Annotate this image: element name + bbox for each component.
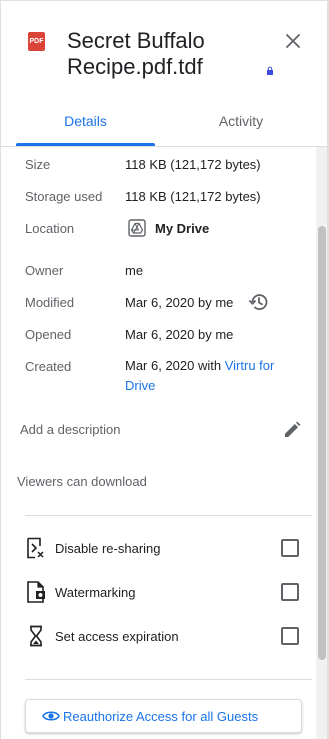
- google-drive-icon: [128, 219, 146, 237]
- disable-resharing-icon: [27, 537, 44, 559]
- virtru-link-line-1[interactable]: Virtru for: [225, 358, 275, 373]
- owner-label: Owner: [25, 263, 64, 278]
- owner-value: me: [125, 263, 144, 278]
- viewers-can-download-label: Viewers can download: [17, 474, 147, 489]
- hourglass-icon: [30, 625, 42, 647]
- modified-label: Modified: [25, 295, 75, 310]
- tab-activity[interactable]: Activity: [166, 112, 316, 146]
- modified-value: Mar 6, 2020 by me: [125, 295, 234, 310]
- opened-label: Opened: [25, 327, 72, 342]
- history-icon[interactable]: [248, 291, 270, 313]
- created-value: Mar 6, 2020 with Virtru for Drive: [125, 356, 290, 396]
- created-date-text: Mar 6, 2020 with: [125, 358, 225, 373]
- access-expiration-label: Set access expiration: [55, 629, 179, 644]
- size-value: 118 KB (121,172 bytes): [125, 157, 261, 172]
- disable-resharing-label: Disable re-sharing: [55, 541, 161, 556]
- panel-border-top: [0, 0, 329, 1]
- section-divider-bottom: [25, 679, 312, 680]
- location-label: Location: [25, 221, 75, 236]
- add-description-field[interactable]: Add a description: [20, 422, 120, 437]
- watermarking-checkbox[interactable]: [281, 583, 299, 601]
- close-icon[interactable]: [282, 30, 304, 52]
- reauthorize-access-button[interactable]: Reauthorize Access for all Guests: [25, 699, 302, 733]
- opened-value: Mar 6, 2020 by me: [125, 327, 234, 342]
- created-label: Created: [25, 359, 72, 374]
- size-label: Size: [25, 157, 51, 172]
- location-value[interactable]: My Drive: [155, 221, 209, 236]
- disable-resharing-checkbox[interactable]: [281, 539, 299, 557]
- access-expiration-checkbox[interactable]: [281, 627, 299, 645]
- section-divider: [25, 515, 312, 516]
- eye-icon: [42, 711, 60, 721]
- pdf-file-icon: PDF: [28, 32, 45, 51]
- watermark-icon: [27, 581, 45, 603]
- watermarking-label: Watermarking: [55, 585, 136, 600]
- tab-details[interactable]: Details: [16, 112, 155, 146]
- storage-label: Storage used: [25, 189, 103, 204]
- scrollbar-thumb[interactable]: [318, 226, 326, 660]
- lock-icon: [267, 66, 273, 75]
- file-title: Secret Buffalo Recipe.pdf.tdf: [67, 28, 205, 79]
- tab-divider: [0, 146, 327, 147]
- storage-value: 118 KB (121,172 bytes): [125, 189, 261, 204]
- panel-border-left: [0, 0, 1, 739]
- virtru-link-line-2[interactable]: Drive: [125, 378, 155, 393]
- pencil-edit-icon[interactable]: [282, 420, 302, 440]
- reauthorize-label[interactable]: Reauthorize Access for all Guests: [63, 709, 258, 724]
